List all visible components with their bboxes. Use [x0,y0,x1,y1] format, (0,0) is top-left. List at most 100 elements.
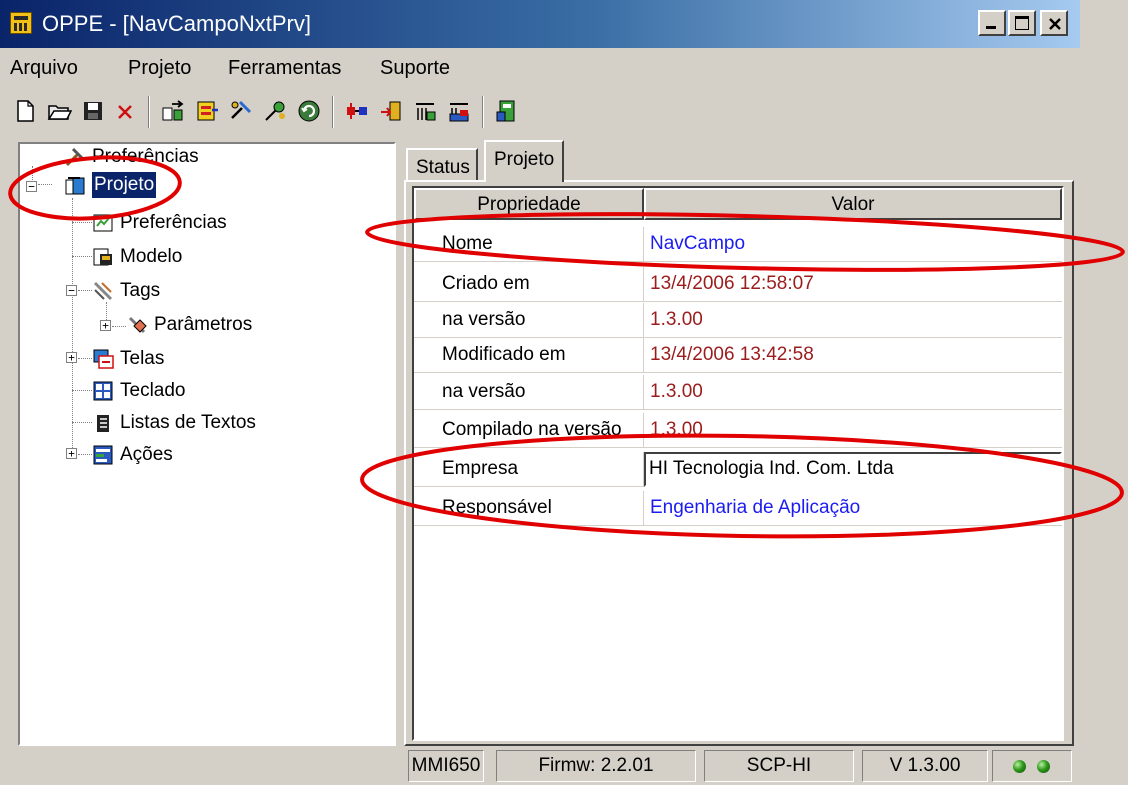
export-icon[interactable] [194,98,220,124]
property-name: Empresa [414,452,644,487]
expand-toggle[interactable]: + [66,352,77,363]
toolbar-separator [148,96,150,128]
status-version: V 1.3.00 [862,750,988,782]
tree-item-label: Preferências [92,146,199,167]
tree-item-label: Listas de Textos [120,412,256,433]
tree-item-label: Projeto [92,172,157,198]
menu-arquivo[interactable]: Arquivo [10,56,78,80]
tree-item-label: Modelo [120,246,183,267]
close-button[interactable] [1040,10,1068,36]
property-name: Criado em [414,267,644,302]
status-protocol: SCP-HI [704,750,854,782]
tree-item-label: Teclado [120,380,186,401]
property-name: Nome [414,227,644,262]
title-bar[interactable]: OPPE - [NavCampoNxtPrv] [0,0,1080,48]
table-row[interactable]: na versão 1.3.00 [414,303,1062,338]
import-icon[interactable] [160,98,186,124]
model-icon [93,248,112,266]
maximize-button[interactable] [1008,10,1036,36]
tree-line [72,222,92,223]
text-list-icon [97,415,109,432]
property-value: 13/4/2006 13:42:58 [650,344,814,365]
tree-line [72,198,73,452]
actions-icon [93,445,113,465]
tools-icon [65,147,85,167]
app-icon [10,12,32,34]
grid-header: Propriedade Valor [414,188,1062,220]
tree-line [78,290,92,291]
property-name: Modificado em [414,338,644,373]
tree-line [78,454,92,455]
tree-line [112,326,126,327]
status-model: MMI650 [408,750,484,782]
upload-icon[interactable] [446,98,472,124]
keyboard-icon [93,381,113,401]
menu-projeto[interactable]: Projeto [128,56,191,80]
table-row[interactable]: Nome NavCampo [414,227,1062,262]
status-leds [992,750,1072,782]
table-row[interactable]: Empresa HI Tecnologia Ind. Com. Ltda [414,452,1062,487]
property-value: 1.3.00 [650,419,703,440]
close-icon [1049,18,1061,30]
project-info-icon[interactable] [494,98,520,124]
settings-icon[interactable] [262,98,288,124]
tab-projeto[interactable]: Projeto [484,140,565,182]
tree-line [72,390,92,391]
column-header-propriedade[interactable]: Propriedade [414,188,644,220]
column-header-valor[interactable]: Valor [644,188,1062,220]
property-grid[interactable]: Propriedade Valor Nome NavCampo Criado e… [412,186,1064,741]
tree-item-label: Telas [120,348,165,369]
status-led-icon [1037,760,1050,773]
table-row[interactable]: Modificado em 13/4/2006 13:42:58 [414,338,1062,373]
transfer-icon[interactable] [378,98,404,124]
project-tree[interactable]: − − + + + Preferências Projeto Preferênc… [18,142,396,746]
save-disk-icon[interactable] [80,98,106,124]
status-firmware: Firmw: 2.2.01 [496,750,696,782]
open-folder-icon[interactable] [46,98,72,124]
tools-icon[interactable] [228,98,254,124]
new-file-icon[interactable] [12,98,38,124]
property-value: 1.3.00 [650,309,703,330]
tree-line [38,184,52,185]
company-edit-field[interactable]: HI Tecnologia Ind. Com. Ltda [644,452,1062,487]
tags-icon [93,281,113,301]
menu-bar: Arquivo Projeto Ferramentas Suporte [0,50,1080,86]
window-title: OPPE - [NavCampoNxtPrv] [42,11,311,36]
tree-line [72,256,92,257]
table-row[interactable]: Criado em 13/4/2006 12:58:07 [414,267,1062,302]
property-value[interactable]: NavCampo [644,227,1062,262]
tree-item-label: Preferências [120,212,227,233]
tree-item-label: Ações [120,444,173,465]
table-row[interactable]: na versão 1.3.00 [414,375,1062,410]
preferences-icon [93,214,113,232]
collapse-toggle[interactable]: − [26,181,37,192]
refresh-icon[interactable] [296,98,322,124]
delete-x-icon[interactable] [112,98,138,124]
property-value: 13/4/2006 12:58:07 [650,273,814,294]
connect-icon[interactable] [344,98,370,124]
parameters-icon [128,316,147,334]
tree-item-label: Tags [120,280,161,301]
collapse-toggle[interactable]: − [66,285,77,296]
tree-item-label: Parâmetros [154,314,253,335]
menu-ferramentas[interactable]: Ferramentas [228,56,341,80]
property-name: na versão [414,303,644,338]
download-icon[interactable] [412,98,438,124]
toolbar [0,88,1080,134]
project-icon [65,177,85,195]
menu-suporte[interactable]: Suporte [380,56,450,80]
screens-icon [93,349,114,369]
toolbar-separator [332,96,334,128]
expand-toggle[interactable]: + [100,320,111,331]
property-name: na versão [414,375,644,410]
property-name: Responsável [414,491,644,526]
expand-toggle[interactable]: + [66,448,77,459]
property-value: 1.3.00 [650,381,703,402]
toolbar-separator [482,96,484,128]
property-value[interactable]: Engenharia de Aplicação [644,491,1062,526]
status-led-icon [1013,760,1026,773]
table-row[interactable]: Responsável Engenharia de Aplicação [414,491,1062,526]
minimize-button[interactable] [978,10,1006,36]
tab-status[interactable]: Status [406,148,478,180]
table-row[interactable]: Compilado na versão 1.3.00 [414,413,1062,448]
